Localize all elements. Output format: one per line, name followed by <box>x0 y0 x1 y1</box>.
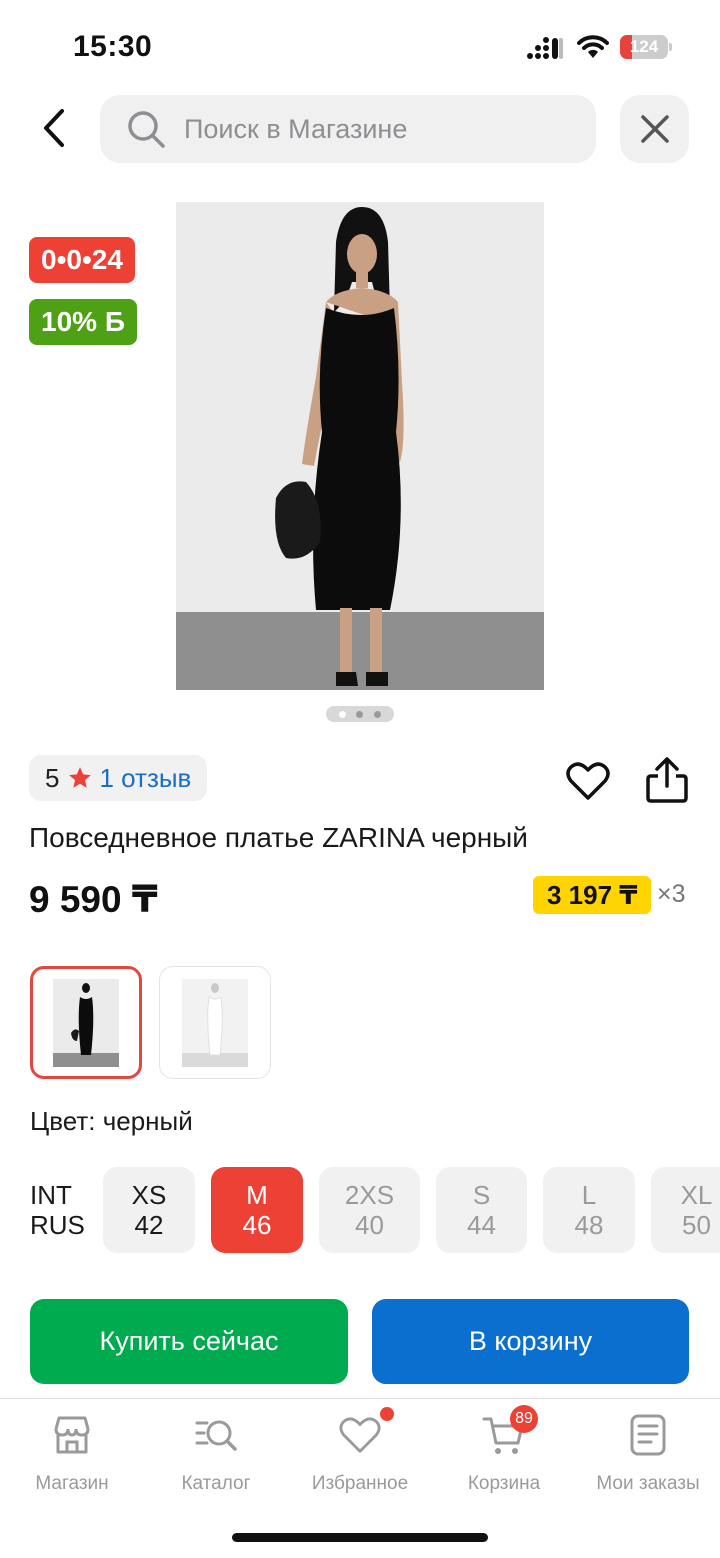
size-int: M <box>246 1180 268 1210</box>
size-option-2xs[interactable]: 2XS 40 <box>319 1167 420 1253</box>
store-icon <box>50 1413 94 1457</box>
battery-cap <box>669 43 672 51</box>
size-option-xl[interactable]: XL 50 <box>651 1167 720 1253</box>
heart-icon <box>338 1407 394 1457</box>
color-swatch-white[interactable] <box>159 966 271 1079</box>
product-title: Повседневное платье ZARINA черный <box>29 822 528 853</box>
share-button[interactable] <box>644 756 690 804</box>
pagination-dot <box>339 710 347 718</box>
size-option-l[interactable]: L 48 <box>543 1167 635 1253</box>
size-rus: 40 <box>355 1210 384 1240</box>
color-swatch-black[interactable] <box>30 966 142 1079</box>
back-button[interactable] <box>28 100 80 156</box>
wifi-icon <box>577 34 609 65</box>
catalog-search-icon <box>194 1413 238 1457</box>
size-int: XS <box>131 1180 167 1210</box>
size-scale-int: INT <box>30 1180 72 1210</box>
size-int: 2XS <box>344 1180 395 1210</box>
orders-icon <box>626 1413 670 1457</box>
color-label: Цвет: черный <box>30 1106 193 1136</box>
cart-icon: 89 <box>482 1405 538 1457</box>
dress-model-photo <box>176 202 544 690</box>
tab-label: Корзина <box>467 1473 541 1494</box>
tab-cart[interactable]: 89 Корзина <box>432 1405 576 1495</box>
tab-label: Магазин <box>35 1473 109 1494</box>
rating-score: 5 <box>45 762 60 793</box>
image-pagination <box>326 706 394 722</box>
share-icon <box>646 757 688 803</box>
pagination-dot <box>373 710 381 718</box>
pagination-dot <box>356 710 364 718</box>
tab-label: Избранное <box>311 1473 409 1494</box>
notification-dot <box>380 1407 394 1421</box>
tab-orders[interactable]: Мои заказы <box>576 1413 720 1495</box>
size-int: XL <box>680 1180 713 1210</box>
size-scale-rus: RUS <box>30 1210 85 1240</box>
search-placeholder: Поиск в Магазине <box>184 113 408 144</box>
buy-now-button[interactable]: Купить сейчас <box>30 1299 348 1384</box>
chevron-left-icon <box>44 109 64 147</box>
status-time: 15:30 <box>73 30 153 63</box>
product-price: 9 590 ₸ <box>29 879 158 920</box>
size-option-s[interactable]: S 44 <box>436 1167 527 1253</box>
size-rus: 42 <box>134 1210 164 1240</box>
size-option-xs[interactable]: XS 42 <box>103 1167 195 1253</box>
installment-price[interactable]: 3 197 ₸ <box>533 876 652 914</box>
close-button[interactable] <box>620 95 689 163</box>
status-bar: 15:30 124 <box>0 0 720 90</box>
rating-badge[interactable]: 5 1 отзыв <box>29 755 208 801</box>
tab-label: Мои заказы <box>596 1473 700 1494</box>
size-rus: 46 <box>242 1210 272 1240</box>
size-scale-label: INT RUS <box>30 1180 85 1240</box>
close-icon <box>640 115 669 143</box>
favorite-button[interactable] <box>565 758 611 804</box>
bonus-badge: 10% Б <box>29 299 137 345</box>
size-rus: 48 <box>574 1210 604 1240</box>
reviews-link[interactable]: 1 отзыв <box>99 763 191 794</box>
search-icon <box>126 109 166 149</box>
installment-multiplier: ×3 <box>657 880 686 908</box>
add-to-cart-button[interactable]: В корзину <box>372 1299 689 1384</box>
heart-icon <box>566 762 610 800</box>
size-int: L <box>581 1180 597 1210</box>
tab-favorites[interactable]: Избранное <box>288 1407 432 1495</box>
timer-badge: 0•0•24 <box>29 237 135 283</box>
color-thumbnail-black <box>53 978 119 1067</box>
tab-catalog[interactable]: Каталог <box>144 1413 288 1495</box>
size-rus: 50 <box>682 1210 711 1240</box>
cellular-signal-icon <box>527 36 563 65</box>
tab-label: Каталог <box>181 1473 251 1494</box>
battery-level: 124 <box>629 37 659 56</box>
size-option-m[interactable]: M 46 <box>211 1167 303 1253</box>
product-image[interactable] <box>176 202 544 690</box>
star-icon <box>67 765 93 791</box>
size-rus: 44 <box>467 1210 496 1240</box>
battery-icon: 124 <box>620 35 668 59</box>
size-int: S <box>472 1180 491 1210</box>
cart-count-badge: 89 <box>510 1405 538 1433</box>
tab-store[interactable]: Магазин <box>0 1413 144 1495</box>
home-indicator <box>232 1533 488 1542</box>
color-thumbnail-white <box>182 978 248 1067</box>
search-input[interactable]: Поиск в Магазине <box>100 95 596 163</box>
